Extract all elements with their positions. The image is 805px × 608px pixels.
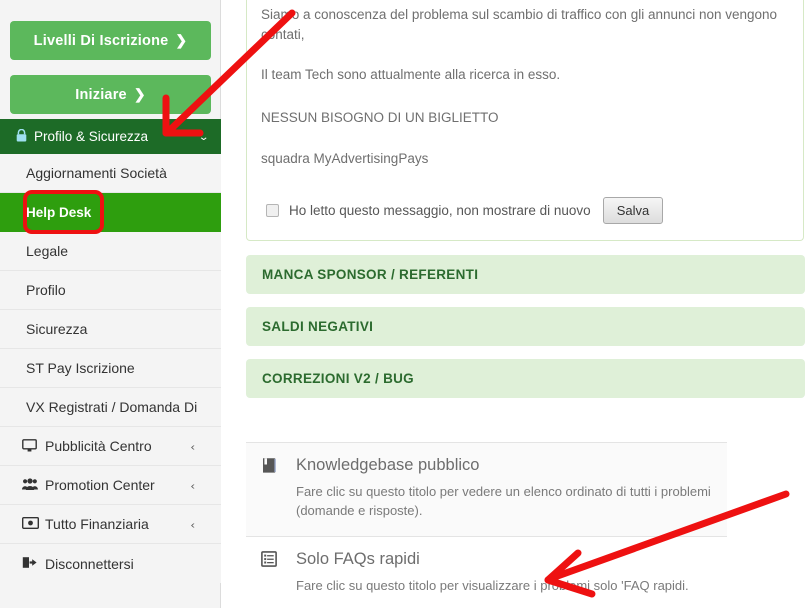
money-icon xyxy=(21,516,41,531)
sidebar-item-label: Sicurezza xyxy=(26,321,88,337)
chevron-left-icon: ‹ xyxy=(190,440,195,452)
announcement-line-4: squadra MyAdvertisingPays xyxy=(261,151,429,167)
sidebar-item-tutto-finanziaria[interactable]: Tutto Finanziaria ‹ xyxy=(0,505,221,544)
sidebar-item-disconnettersi[interactable]: Disconnettersi xyxy=(0,544,221,583)
help-desk-page: Livelli Di Iscrizione ❯ Iniziare ❯ Profilo… xyxy=(0,0,805,608)
knowledgebase-list: Knowledgebase pubblico Fare clic su ques… xyxy=(246,441,727,608)
sidebar-item-label: Profilo xyxy=(26,282,66,298)
sidebar-item-vx-registrati[interactable]: VX Registrati / Domanda Di xyxy=(0,388,221,427)
announcement-panel: Siamo a conoscenza del problema sul scam… xyxy=(246,0,804,241)
monitor-icon xyxy=(22,438,41,454)
chevron-down-icon: ⌄ xyxy=(198,130,209,142)
sidebar-item-label: Legale xyxy=(26,243,69,259)
chevron-right-icon: ❯ xyxy=(175,32,188,48)
sidebar-item-label: Disconnettersi xyxy=(45,555,134,572)
get-started-button[interactable]: Iniziare ❯ xyxy=(10,75,211,114)
main-content: Siamo a conoscenza del problema sul scam… xyxy=(246,0,805,608)
chevron-left-icon: ‹ xyxy=(190,518,195,530)
sidebar-item-label: VX Registrati / Domanda Di xyxy=(26,399,198,415)
sidebar-item-aggiornamenti-societa[interactable]: Aggiornamenti Società xyxy=(0,154,221,193)
acknowledge-row: Ho letto questo messaggio, non mostrare … xyxy=(247,169,803,224)
sidebar-item-label: Tutto Finanziaria xyxy=(45,516,149,532)
category-bar-manca-sponsor[interactable]: MANCA SPONSOR / REFERENTI xyxy=(246,254,805,294)
get-started-label: Iniziare xyxy=(75,87,127,103)
kb-item-title: Solo FAQs rapidi xyxy=(296,549,420,568)
sidebar-item-label: ST Pay Iscrizione xyxy=(26,360,135,376)
subscription-levels-button[interactable]: Livelli Di Iscrizione ❯ xyxy=(10,21,211,60)
accordion-header-profile-security[interactable]: Profilo & Sicurezza ⌄ xyxy=(0,119,221,154)
sidebar: Livelli Di Iscrizione ❯ Iniziare ❯ Profilo… xyxy=(0,0,221,608)
announcement-line-1: Siamo a conoscenza del problema sul scam… xyxy=(261,7,778,42)
sidebar-item-label: Promotion Center xyxy=(45,477,155,493)
kb-item-knowledgebase-pubblico[interactable]: Knowledgebase pubblico Fare clic su ques… xyxy=(246,441,727,536)
kb-item-description: Fare clic su questo titolo per visualizz… xyxy=(296,577,689,593)
save-button[interactable]: Salva xyxy=(602,196,664,224)
sidebar-item-label: Pubblicità Centro xyxy=(45,438,152,454)
acknowledge-checkbox[interactable] xyxy=(266,203,279,217)
book-icon xyxy=(261,457,278,477)
sign-out-icon xyxy=(22,556,41,571)
sidebar-item-label: Aggiornamenti Società xyxy=(26,165,167,181)
kb-item-description: Fare clic su questo titolo per vedere un… xyxy=(296,483,711,519)
list-document-icon xyxy=(261,550,277,570)
users-group-icon xyxy=(22,477,41,493)
sidebar-item-pubblicita-centro[interactable]: Pubblicità Centro ‹ xyxy=(0,427,221,466)
subscription-levels-label: Livelli Di Iscrizione xyxy=(33,33,169,49)
sidebar-item-legale[interactable]: Legale xyxy=(0,232,221,271)
announcement-line-3: NESSUN BISOGNO DI UN BIGLIETTO xyxy=(261,109,499,125)
sidebar-item-promotion-center[interactable]: Promotion Center ‹ xyxy=(0,466,221,505)
category-bar-saldi-negativi[interactable]: SALDI NEGATIVI xyxy=(246,306,805,346)
category-bar-correzioni-v2-bug[interactable]: CORREZIONI V2 / BUG xyxy=(246,358,805,398)
kb-item-title: Knowledgebase pubblico xyxy=(296,455,480,474)
sidebar-item-sicurezza[interactable]: Sicurezza xyxy=(0,310,221,349)
lock-icon xyxy=(16,128,27,144)
chevron-left-icon: ‹ xyxy=(190,479,195,491)
accordion-header-label: Profilo & Sicurezza xyxy=(34,129,149,144)
sidebar-item-profilo[interactable]: Profilo xyxy=(0,271,221,310)
acknowledge-label: Ho letto questo messaggio, non mostrare … xyxy=(289,202,591,218)
annotation-highlight-help-desk xyxy=(23,190,104,234)
announcement-line-2: Il team Tech sono attualmente alla ricer… xyxy=(261,67,561,83)
chevron-right-icon: ❯ xyxy=(133,86,146,102)
kb-item-solo-faqs-rapidi[interactable]: Solo FAQs rapidi Fare clic su questo tit… xyxy=(246,535,727,608)
sidebar-item-st-pay-iscrizione[interactable]: ST Pay Iscrizione xyxy=(0,349,221,388)
